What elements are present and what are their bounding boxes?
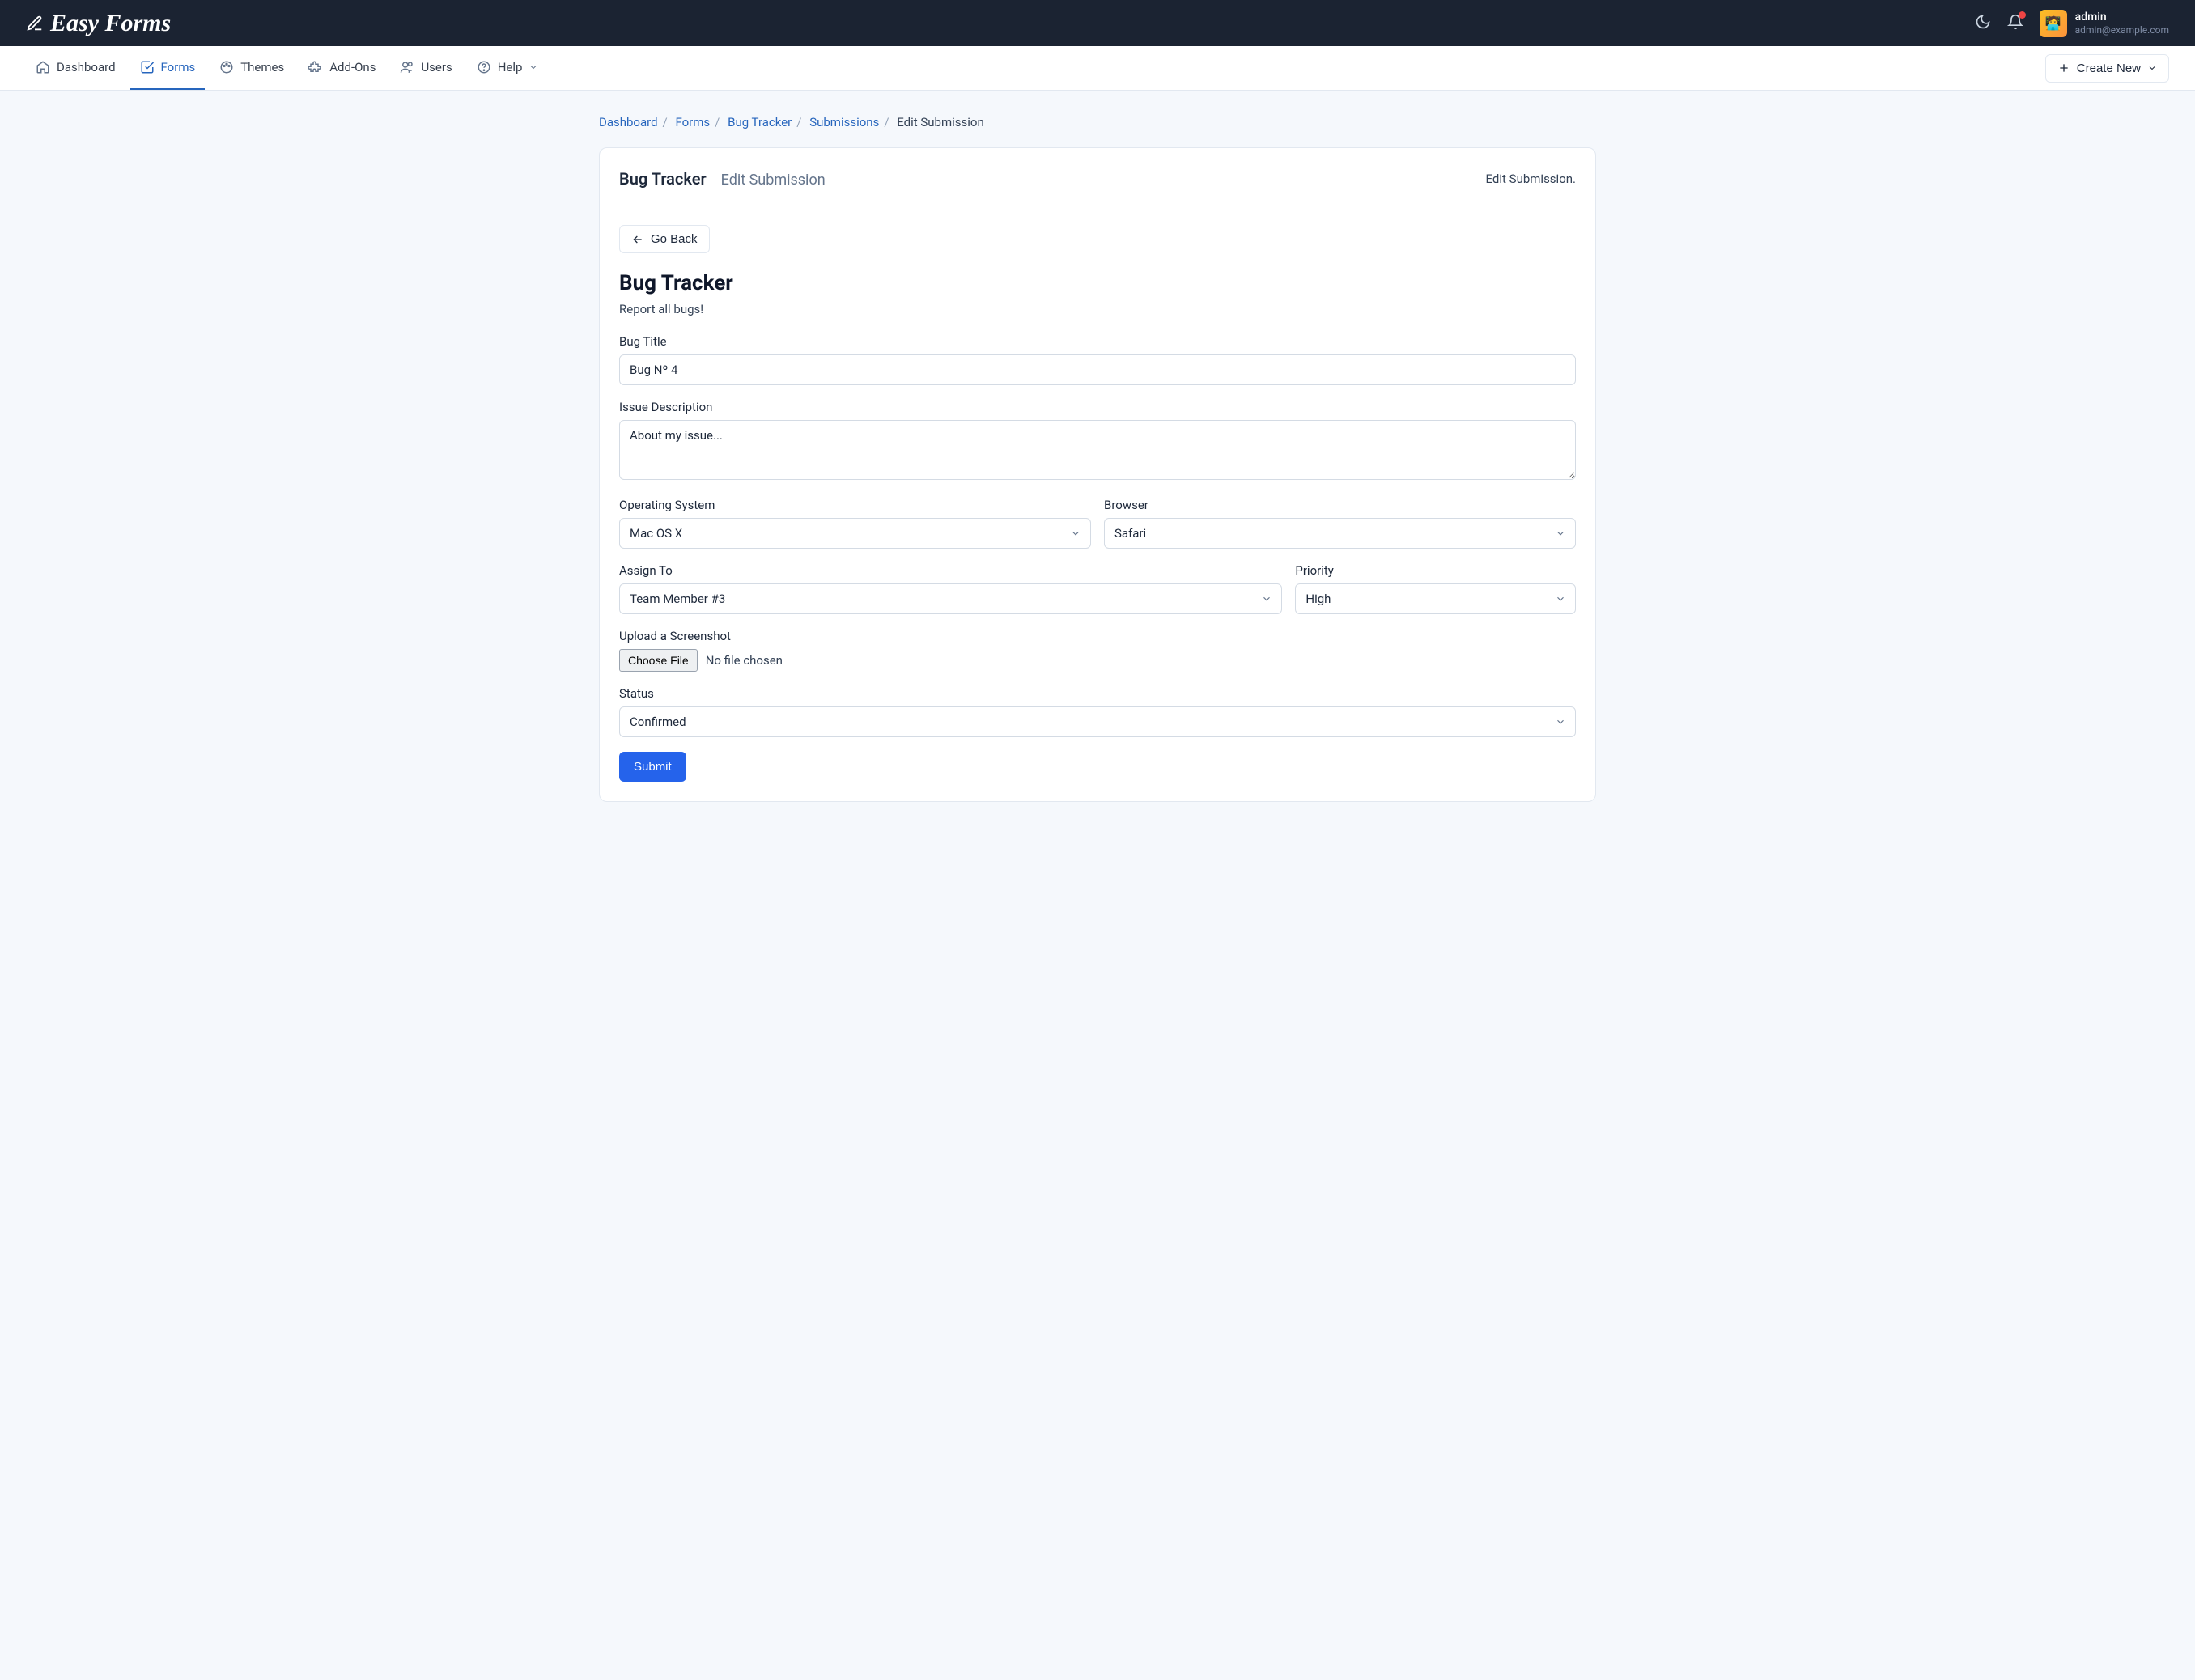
crumb-forms[interactable]: Forms [675, 115, 710, 129]
theme-toggle[interactable] [1975, 14, 1991, 33]
priority-select[interactable]: High [1295, 583, 1576, 614]
os-select[interactable]: Mac OS X [619, 518, 1091, 549]
page-meta: Edit Submission. [1486, 172, 1576, 186]
notification-dot [2019, 11, 2026, 19]
status-label: Status [619, 686, 1576, 701]
notifications-button[interactable] [2007, 14, 2023, 33]
avatar: 🧑‍💻 [2040, 10, 2067, 37]
user-name: admin [2075, 11, 2169, 24]
nav-forms[interactable]: Forms [130, 46, 206, 90]
crumb-bug-tracker[interactable]: Bug Tracker [728, 115, 792, 129]
plus-icon [2057, 62, 2070, 74]
back-label: Go Back [651, 232, 698, 246]
moon-icon [1975, 14, 1991, 30]
assign-to-select[interactable]: Team Member #3 [619, 583, 1282, 614]
brand-text: Easy Forms [50, 10, 171, 37]
browser-label: Browser [1104, 498, 1576, 512]
nav-help[interactable]: Help [467, 46, 549, 90]
nav-themes[interactable]: Themes [210, 46, 294, 90]
issue-description-textarea[interactable]: About my issue... [619, 420, 1576, 480]
user-email: admin@example.com [2075, 24, 2169, 36]
screenshot-label: Upload a Screenshot [619, 629, 1576, 643]
user-menu[interactable]: 🧑‍💻 admin admin@example.com [2040, 10, 2169, 37]
assign-to-label: Assign To [619, 563, 1282, 578]
submit-button[interactable]: Submit [619, 752, 686, 782]
nav-label: Add-Ons [329, 60, 376, 74]
nav-label: Help [498, 60, 523, 74]
crumb-current: Edit Submission [897, 115, 984, 129]
crumb-submissions[interactable]: Submissions [809, 115, 879, 129]
nav-addons[interactable]: Add-Ons [299, 46, 385, 90]
palette-icon [219, 60, 234, 74]
page-title: Bug Tracker [619, 169, 707, 189]
file-status: No file chosen [706, 653, 783, 668]
os-label: Operating System [619, 498, 1091, 512]
bug-title-input[interactable] [619, 354, 1576, 385]
status-select[interactable]: Confirmed [619, 706, 1576, 737]
browser-select[interactable]: Safari [1104, 518, 1576, 549]
form-title: Bug Tracker [619, 271, 1576, 295]
issue-description-label: Issue Description [619, 400, 1576, 414]
arrow-left-icon [631, 233, 644, 246]
bug-title-label: Bug Title [619, 334, 1576, 349]
go-back-button[interactable]: Go Back [619, 225, 710, 253]
breadcrumb: Dashboard/ Forms/ Bug Tracker/ Submissio… [599, 115, 1596, 129]
nav-label: Users [421, 60, 452, 74]
priority-label: Priority [1295, 563, 1576, 578]
crumb-dashboard[interactable]: Dashboard [599, 115, 658, 129]
create-new-button[interactable]: Create New [2045, 54, 2169, 83]
create-label: Create New [2077, 62, 2141, 75]
nav-label: Themes [240, 60, 284, 74]
help-icon [477, 60, 491, 74]
chevron-down-icon [529, 62, 538, 72]
form-description: Report all bugs! [619, 302, 1576, 316]
page-subtitle: Edit Submission [721, 172, 826, 189]
check-square-icon [140, 60, 155, 74]
nav-label: Forms [161, 60, 196, 74]
home-icon [36, 60, 50, 74]
users-icon [400, 60, 414, 74]
brand[interactable]: Easy Forms [26, 10, 171, 37]
puzzle-icon [308, 60, 323, 74]
nav-label: Dashboard [57, 60, 116, 74]
nav-dashboard[interactable]: Dashboard [26, 46, 125, 90]
nav-users[interactable]: Users [390, 46, 461, 90]
chevron-down-icon [2147, 63, 2157, 73]
choose-file-button[interactable]: Choose File [619, 649, 698, 672]
edit-icon [26, 15, 44, 32]
